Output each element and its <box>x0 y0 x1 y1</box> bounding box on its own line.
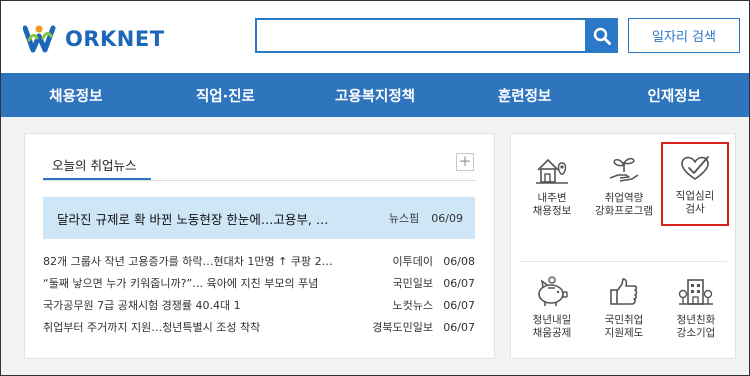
piggy-bank-icon <box>538 276 568 306</box>
house-map-icon <box>536 158 568 184</box>
service-youth-friendly-companies[interactable]: 청년친화 강소기업 <box>661 268 731 358</box>
service-label: 청년친화 강소기업 <box>676 314 716 339</box>
service-national-employment-support[interactable]: 국민취업 지원제도 <box>589 268 659 358</box>
news-title: 82개 그룹사 작년 고용증가를 하락…현대차 1만명 ↑ 쿠팡 2… <box>43 255 333 268</box>
job-search-button[interactable]: 일자리 검색 <box>628 18 740 53</box>
nav-item-jobs[interactable]: 채용정보 <box>1 73 151 117</box>
logo-w-icon <box>23 25 56 53</box>
news-source: 이투데이 <box>392 255 433 268</box>
nav-item-career[interactable]: 직업·진로 <box>151 73 301 117</box>
news-item[interactable]: 국가공무원 7급 공채시험 경쟁률 40.4대 1 노컷뉴스 06/07 <box>43 294 475 316</box>
service-employability[interactable]: 취업역량 강화프로그램 <box>589 146 659 236</box>
service-youth-savings[interactable]: 청년내일 채움공제 <box>517 268 587 358</box>
news-date: 06/08 <box>443 254 475 268</box>
news-source: 노컷뉴스 <box>392 299 433 312</box>
news-title: “둘째 낳으면 누가 키워줍니까?”… 육아에 지친 부모의 푸념 <box>43 277 319 290</box>
nav-item-talent[interactable]: 인재정보 <box>599 73 749 117</box>
news-date: 06/07 <box>443 276 475 290</box>
service-divider <box>519 261 727 262</box>
news-date: 06/07 <box>443 298 475 312</box>
news-title: 국가공무원 7급 공채시험 경쟁률 40.4대 1 <box>43 299 241 312</box>
tab-divider <box>43 180 475 181</box>
news-date: 06/07 <box>443 320 475 334</box>
headline-source: 뉴스핌 <box>388 212 420 225</box>
search-button[interactable] <box>585 18 618 53</box>
more-news-button[interactable]: + <box>456 153 474 171</box>
service-career-psychology-test[interactable]: 직업심리 검사 <box>661 142 729 226</box>
search-input[interactable] <box>255 18 587 53</box>
headline-title: 달라진 규제로 확 바뀐 노동현장 한눈에…고용부, … <box>57 211 329 227</box>
service-label: 국민취업 지원제도 <box>604 314 644 339</box>
worknet-logo[interactable]: ORKNET <box>23 23 165 55</box>
nav-item-training[interactable]: 훈련정보 <box>450 73 600 117</box>
site-header: ORKNET 일자리 검색 <box>1 1 749 73</box>
service-label: 취업역량 강화프로그램 <box>595 192 653 217</box>
news-title: 취업부터 주거까지 지원…청년특별시 조성 착착 <box>43 321 261 334</box>
news-panel: 오늘의 취업뉴스 + 달라진 규제로 확 바뀐 노동현장 한눈에…고용부, … … <box>24 133 495 359</box>
building-tree-icon <box>678 279 713 305</box>
news-list: 82개 그룹사 작년 고용증가를 하락…현대차 1만명 ↑ 쿠팡 2… 이투데이… <box>43 250 475 338</box>
news-item[interactable]: 취업부터 주거까지 지원…청년특별시 조성 착착 경북도민일보 06/07 <box>43 316 475 338</box>
search-icon <box>593 27 611 45</box>
thumbs-up-icon <box>610 278 638 305</box>
main-nav: 채용정보 직업·진로 고용복지정책 훈련정보 인재정보 <box>1 73 749 117</box>
service-label: 청년내일 채움공제 <box>532 314 572 339</box>
heart-check-icon <box>681 156 709 180</box>
news-tab[interactable]: 오늘의 취업뉴스 <box>43 150 151 180</box>
news-source: 국민일보 <box>392 277 433 290</box>
nav-item-welfare[interactable]: 고용복지정책 <box>300 73 450 117</box>
headline-news[interactable]: 달라진 규제로 확 바뀐 노동현장 한눈에…고용부, … 뉴스핌 06/09 <box>43 197 475 239</box>
sprout-hand-icon <box>609 157 639 182</box>
service-label: 직업심리 검사 <box>675 190 715 215</box>
news-item[interactable]: “둘째 낳으면 누가 키워줍니까?”… 육아에 지친 부모의 푸념 국민일보 0… <box>43 272 475 294</box>
main-content: 오늘의 취업뉴스 + 달라진 규제로 확 바뀐 노동현장 한눈에…고용부, … … <box>1 117 749 375</box>
service-panel: 내주변 채용정보 취업역량 강화프로그램 직업심리 검사 청년내일 채움공제 국… <box>510 133 736 359</box>
service-label: 내주변 채용정보 <box>532 192 572 217</box>
service-nearby-jobs[interactable]: 내주변 채용정보 <box>517 146 587 236</box>
news-source: 경북도민일보 <box>372 321 433 334</box>
news-item[interactable]: 82개 그룹사 작년 고용증가를 하락…현대차 1만명 ↑ 쿠팡 2… 이투데이… <box>43 250 475 272</box>
logo-text: ORKNET <box>65 27 165 51</box>
headline-date: 06/09 <box>431 211 463 225</box>
